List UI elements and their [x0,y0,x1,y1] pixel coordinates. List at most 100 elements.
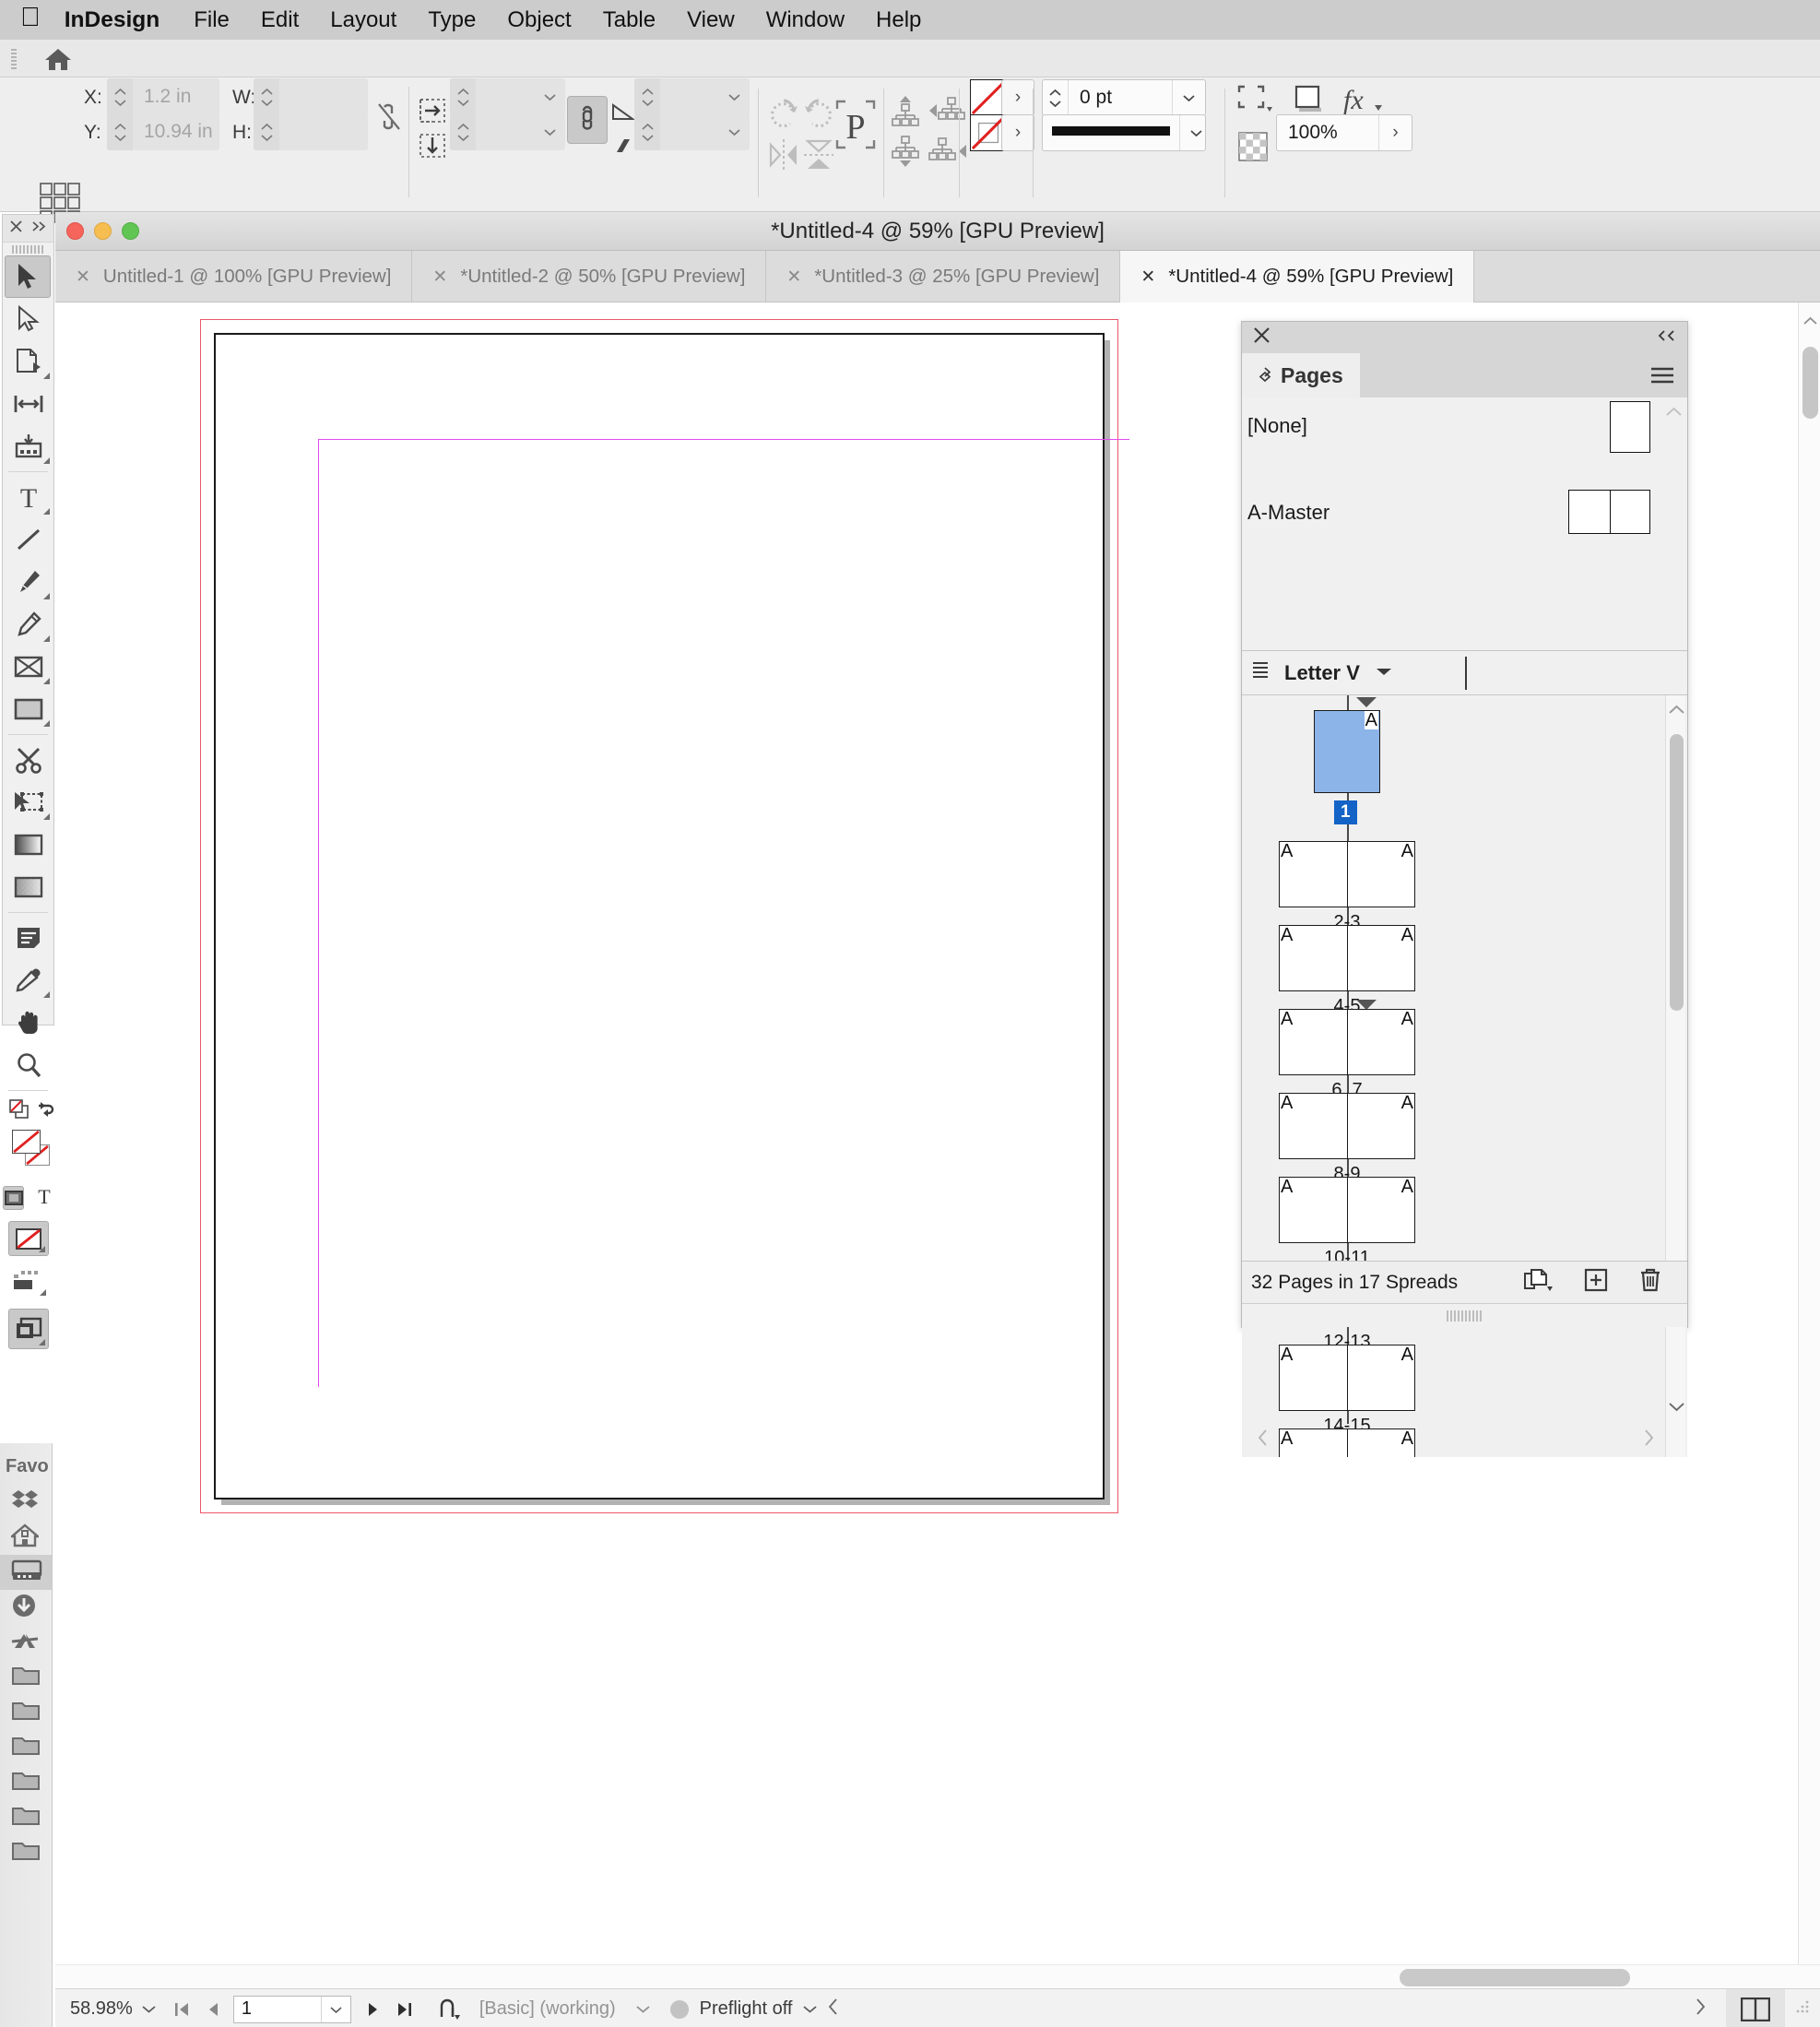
paragraph-style-value[interactable]: [Basic] (working) [468,1998,616,2020]
finder-item-folder[interactable] [0,1765,52,1800]
y-stepper[interactable] [107,113,133,150]
fill-swatch-expand-button[interactable]: › [1001,79,1034,116]
page-number-value[interactable]: 1 [242,1998,321,2020]
drag-grip-icon[interactable] [11,49,17,69]
finder-item-folder[interactable] [0,1695,52,1730]
drop-shadow-icon[interactable] [1291,83,1326,114]
finder-item-dropbox[interactable] [0,1485,52,1520]
h-stepper[interactable] [254,113,279,150]
scale-y-stepper[interactable] [450,113,476,150]
chevron-up-icon[interactable] [1666,405,1682,421]
previous-page-icon[interactable] [198,2001,228,2018]
formatting-affects-container-icon[interactable] [3,1186,24,1210]
spreads-list[interactable]: A 1 A A 2-3 A A 4-5 A A 6, 7 A A 8-9 A A… [1242,695,1687,1457]
spread-item-10-11[interactable]: A A 10-11 [1279,1177,1415,1269]
opacity-value[interactable]: 100% [1277,122,1378,144]
spread-thumbnail[interactable]: A A [1279,1009,1415,1075]
spread-thumbnail[interactable]: A A [1279,925,1415,991]
selection-tool[interactable] [5,255,51,298]
scale-x-field[interactable] [450,78,565,115]
chevron-down-icon[interactable] [320,1996,350,2022]
chevron-down-icon[interactable] [1669,1400,1684,1417]
spread-item-8-9[interactable]: A A 8-9 [1279,1093,1415,1185]
close-icon[interactable]: ✕ [1140,267,1155,288]
resize-grip-icon[interactable] [1785,1998,1820,2020]
tools-drag-grip-icon[interactable] [3,243,53,255]
first-page-icon[interactable] [165,2001,198,2018]
line-tool[interactable] [3,518,53,561]
shear-stepper[interactable] [634,113,660,150]
finder-item-downloads[interactable] [0,1590,52,1625]
stroke-weight-dropdown[interactable] [1172,80,1205,115]
apple-logo-icon[interactable]:  [20,5,41,31]
frame-tool[interactable] [3,646,53,688]
select-container-p-icon[interactable]: P [833,98,878,153]
free-transform-tool[interactable] [3,781,53,824]
menu-item-help[interactable]: Help [860,7,937,33]
stroke-weight-value[interactable]: 0 pt [1069,87,1172,109]
chevron-down-icon[interactable] [792,2001,828,2018]
zoom-tool[interactable] [3,1044,53,1086]
delete-page-trash-icon[interactable] [1639,1267,1661,1298]
rotation-stepper[interactable] [634,78,660,115]
menu-item-indesign[interactable]: InDesign [65,7,178,33]
collapse-to-icons-icon[interactable] [1657,329,1676,347]
preflight-status-label[interactable]: Preflight off [689,1998,793,2020]
document-tab-untitled-4[interactable]: ✕ *Untitled-4 @ 59% [GPU Preview] [1120,251,1475,302]
select-previous-object-icon[interactable] [928,94,968,127]
shear-field[interactable] [634,113,750,150]
scale-y-field[interactable] [450,113,565,150]
default-fill-stroke-icon[interactable] [36,1100,56,1123]
rotation-field[interactable] [634,78,750,115]
rotation-dropdown[interactable] [718,93,750,101]
w-field[interactable] [254,78,368,115]
page-size-label[interactable]: Letter V [1284,661,1360,685]
chevron-down-icon[interactable] [133,2001,165,2018]
stroke-weight-field[interactable]: 0 pt [1042,79,1206,116]
shear-dropdown[interactable] [718,128,750,136]
chevron-left-icon[interactable] [828,1998,838,2020]
spread-thumbnail[interactable]: A A [1279,1093,1415,1159]
chevron-right-icon[interactable] [1675,1998,1726,2020]
menu-item-layout[interactable]: Layout [314,7,412,33]
finder-item-home[interactable] [0,1520,52,1555]
page-size-list-icon[interactable] [1251,660,1270,685]
scale-x-stepper[interactable] [450,78,476,115]
select-parent-icon[interactable] [891,94,920,127]
x-stepper[interactable] [107,78,133,115]
edit-page-size-icon[interactable] [1523,1268,1553,1297]
pen-tool[interactable] [3,561,53,603]
zoom-button[interactable] [122,222,139,240]
eyedropper-tool[interactable] [3,959,53,1002]
finder-item-applications[interactable] [0,1625,52,1660]
document-tab-untitled-3[interactable]: ✕ *Untitled-3 @ 25% [GPU Preview] [766,251,1121,302]
fill-none-box-icon[interactable] [12,1130,41,1154]
finder-item-desktop[interactable] [0,1555,52,1590]
finder-item-folder[interactable] [0,1835,52,1870]
split-window-icon[interactable] [1726,1988,1785,2027]
w-stepper[interactable] [254,78,279,115]
chevron-up-icon[interactable] [1669,703,1684,719]
vertical-scroll-thumb[interactable] [1802,347,1818,419]
page-tool[interactable] [3,340,53,383]
minimize-button[interactable] [94,222,112,240]
spreads-scroll-thumb[interactable] [1670,734,1684,1011]
pencil-tool[interactable] [3,603,53,646]
stroke-style-dropdown[interactable] [1179,115,1212,150]
finder-item-folder[interactable] [0,1730,52,1765]
page-number-input[interactable]: 1 [232,1995,351,2023]
menu-item-table[interactable]: Table [587,7,671,33]
menu-item-object[interactable]: Object [491,7,586,33]
content-collector-tool[interactable] [3,425,53,468]
close-icon[interactable]: ✕ [76,267,90,288]
chain-link-icon[interactable] [567,96,608,144]
home-icon[interactable] [44,47,72,76]
finder-item-folder[interactable] [0,1800,52,1835]
spread-item-4-5[interactable]: A A 4-5 [1279,925,1415,1017]
menu-item-type[interactable]: Type [412,7,491,33]
gradient-feather-tool[interactable] [3,866,53,908]
tab-pages[interactable]: Pages [1242,353,1360,397]
scissors-tool[interactable] [3,739,53,781]
opacity-field[interactable]: 100% › [1276,114,1412,151]
spread-thumbnail[interactable]: A A [1279,841,1415,907]
